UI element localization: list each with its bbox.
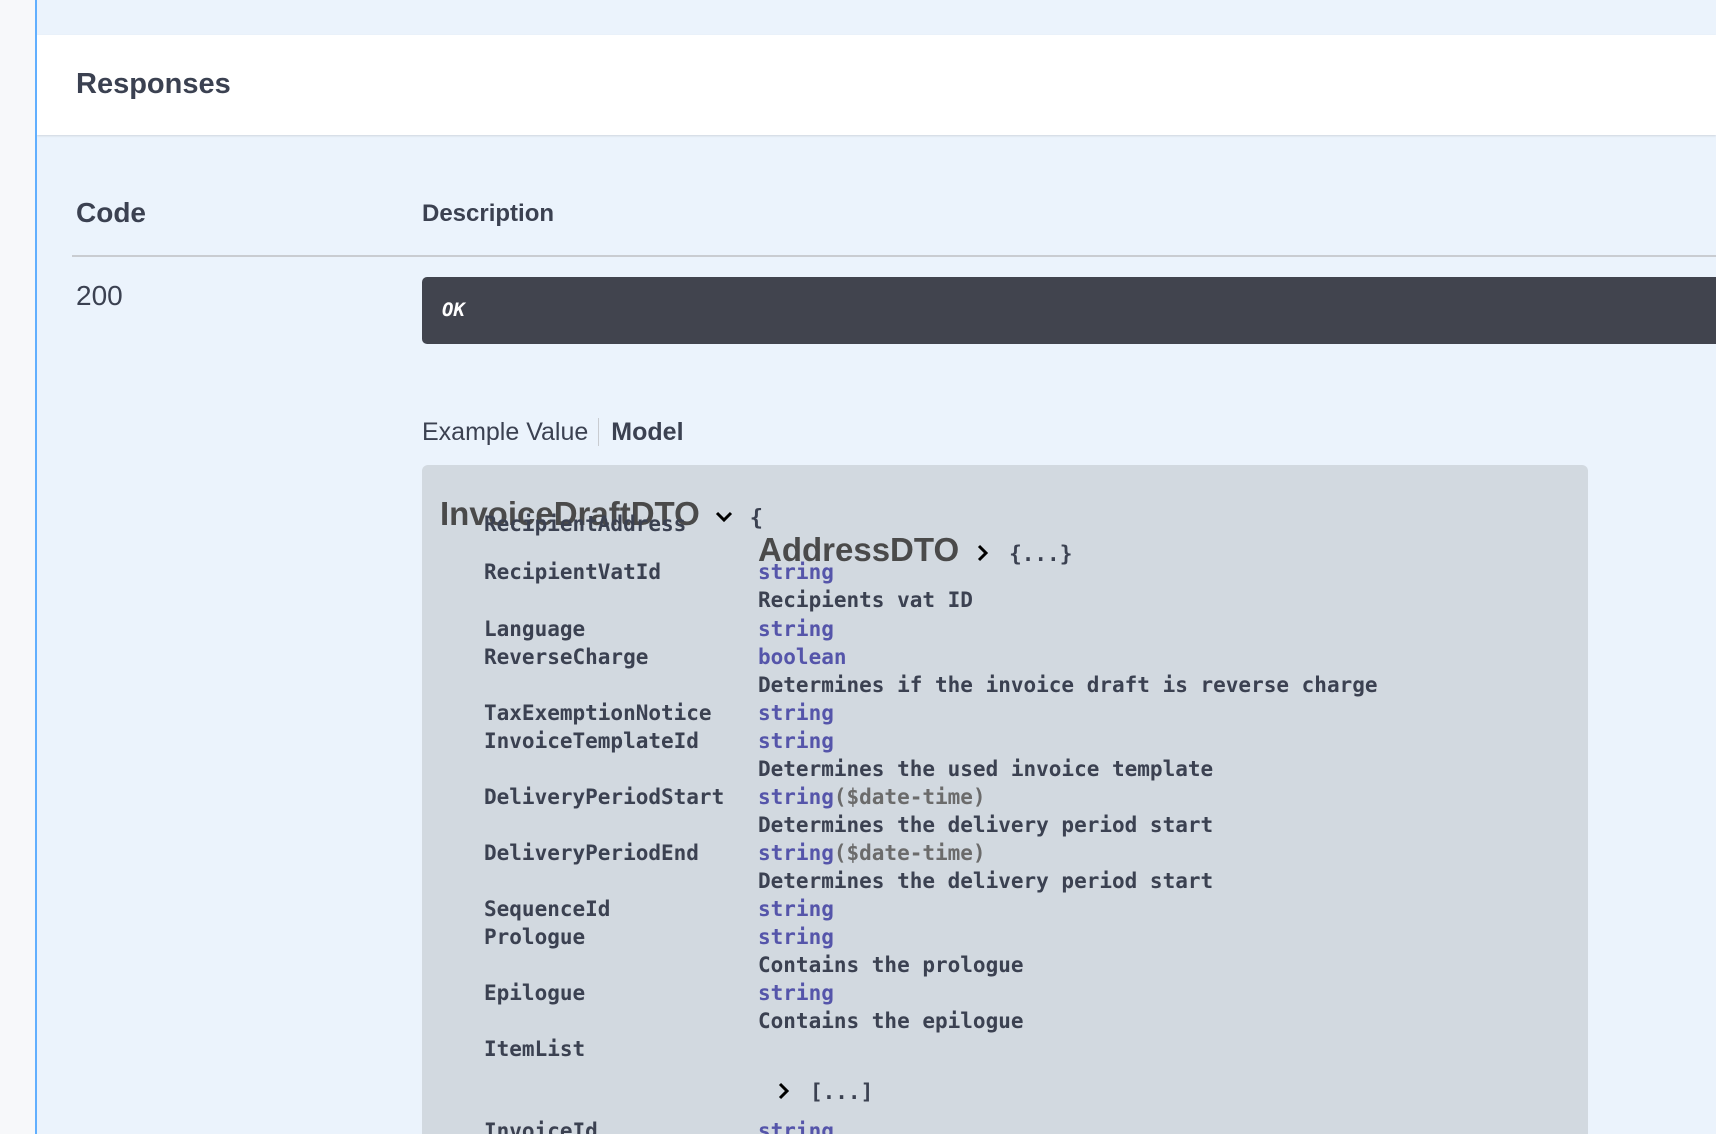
property-format: ($date-time): [833, 841, 986, 865]
property-description: Contains the epilogue: [758, 1009, 1024, 1033]
property-name: InvoiceId: [484, 1119, 598, 1134]
property-name: Epilogue: [484, 981, 586, 1005]
property-name: RecipientVatId: [484, 560, 662, 584]
property-name: SequenceId: [484, 897, 611, 921]
model-box: InvoiceDraftDTO { RecipientAddress Addre…: [422, 465, 1588, 1134]
property-type: boolean: [758, 645, 847, 669]
response-code: 200: [76, 280, 123, 311]
header-divider: [72, 255, 1716, 257]
property-type: string: [758, 981, 834, 1005]
chevron-down-icon[interactable]: [712, 505, 736, 529]
property-description: Determines the delivery period start: [758, 813, 1214, 837]
property-type: string: [758, 617, 834, 641]
nested-model-body[interactable]: {...}: [1009, 542, 1072, 566]
response-description-box: OK: [422, 277, 1716, 344]
model-tabs: Example Value Model: [422, 417, 684, 447]
property-description: Contains the prologue: [758, 953, 1024, 977]
property-format: ($date-time): [833, 785, 986, 809]
chevron-right-icon[interactable]: [971, 541, 995, 565]
property-name: TaxExemptionNotice: [484, 701, 712, 725]
property-type: string: [758, 1119, 834, 1134]
property-type: string: [758, 897, 834, 921]
property-name: DeliveryPeriodStart: [484, 785, 725, 809]
property-name: RecipientAddress: [484, 512, 687, 536]
column-header-code: Code: [76, 197, 146, 228]
property-name: Prologue: [484, 925, 586, 949]
property-type: string: [758, 925, 834, 949]
property-description: Recipients vat ID: [758, 588, 973, 612]
left-gutter: [0, 0, 35, 1134]
property-type: string: [758, 785, 834, 809]
property-type: string: [758, 560, 834, 584]
tab-example-value[interactable]: Example Value: [422, 418, 598, 447]
responses-header: Responses: [37, 35, 1716, 135]
array-body[interactable]: [...]: [810, 1080, 873, 1104]
responses-title: Responses: [76, 68, 231, 100]
array-toggle[interactable]: [...]: [772, 1075, 873, 1104]
property-name: InvoiceTemplateId: [484, 729, 699, 753]
property-name: Language: [484, 617, 586, 641]
property-description: Determines the delivery period start: [758, 869, 1214, 893]
property-type-with-format: string($date-time): [758, 839, 986, 867]
model-open-brace: {: [749, 506, 764, 531]
property-name: DeliveryPeriodEnd: [484, 841, 699, 865]
property-description: Determines if the invoice draft is rever…: [758, 673, 1378, 697]
response-description: OK: [442, 299, 465, 321]
tab-model[interactable]: Model: [611, 418, 683, 447]
property-description: Determines the used invoice template: [758, 757, 1214, 781]
tab-divider: [598, 418, 600, 446]
property-name: ReverseCharge: [484, 645, 649, 669]
property-type: string: [758, 841, 834, 865]
property-type: string: [758, 729, 834, 753]
column-header-description: Description: [422, 200, 555, 227]
property-type-with-format: string($date-time): [758, 783, 986, 811]
chevron-right-icon[interactable]: [772, 1079, 796, 1103]
property-name: ItemList: [484, 1037, 586, 1061]
operation-block: Responses Code Description 200 OK Exampl…: [35, 0, 1716, 1134]
property-type: string: [758, 701, 834, 725]
